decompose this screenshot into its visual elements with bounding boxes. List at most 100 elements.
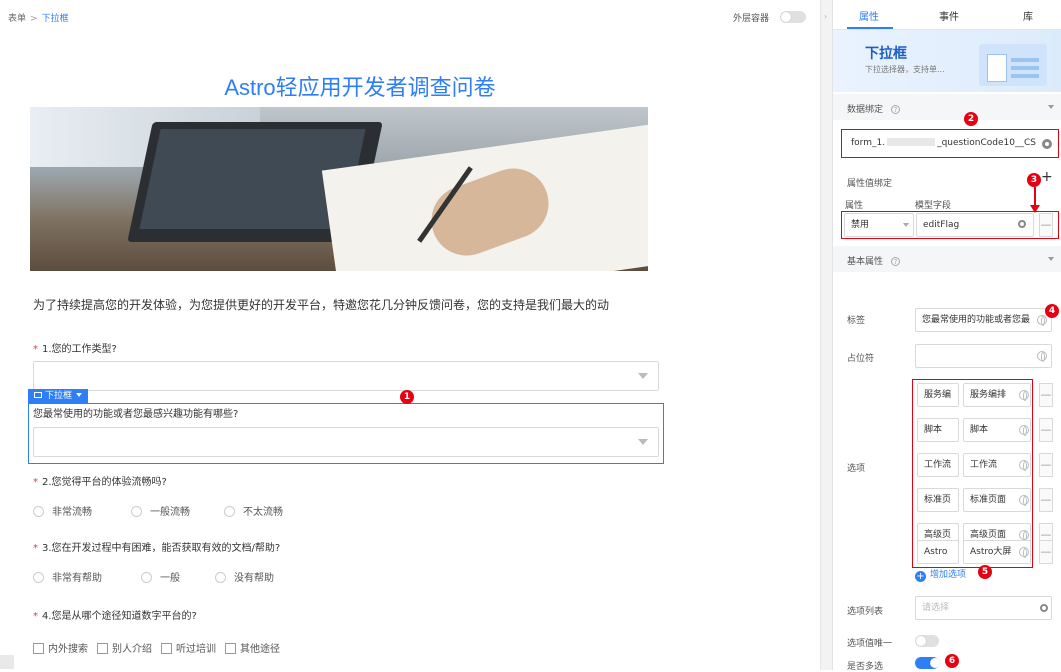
section-basic-properties[interactable]: 基本属性? [833,246,1061,272]
panel-collapse-handle[interactable]: › [820,0,832,670]
q2-option-2-label: 一般流畅 [150,507,190,518]
data-binding-field[interactable]: form_1. _questionCode10__CS [845,132,1037,156]
question-2-label: * 2.您觉得平台的体验流畅吗? [33,473,167,488]
q4-option-3[interactable]: 听过培训 [161,640,216,655]
multi-select-toggle[interactable] [915,657,940,669]
globe-icon[interactable] [1019,390,1029,401]
globe-icon[interactable] [1019,425,1029,436]
breadcrumb-current[interactable]: 下拉框 [42,14,69,24]
tab-events[interactable]: 事件 [939,8,959,23]
question-4-text: 4.您是从哪个途径知道数字平台的? [42,611,197,622]
breadcrumb-root[interactable]: 表单 [8,14,26,24]
gear-icon[interactable] [1042,139,1052,149]
prop-select-value: 禁用 [851,220,870,230]
callout-badge-6: 6 [945,654,959,668]
option-value-input[interactable]: 标准页 [917,488,959,512]
help-icon[interactable]: ? [891,257,901,266]
radio-circle [33,572,44,583]
select-component-icon [34,392,42,398]
checkbox [161,643,172,654]
outer-container-label: 外层容器 [733,14,770,24]
required-mark: * [33,344,38,355]
placeholder-input[interactable] [915,344,1052,368]
option-value-input[interactable]: 工作流 [917,453,959,477]
q3-option-3[interactable]: 没有帮助 [215,569,274,584]
option-value-input[interactable]: Astro [917,540,959,564]
option-list-select[interactable]: 请选择 [915,596,1052,620]
remove-option-button[interactable]: — [1039,488,1053,512]
option-value-text: 工作流 [924,460,952,470]
question-3-label: * 3.您在开发过程中有困难，能否获取有效的文档/帮助? [33,539,280,554]
gear-icon[interactable] [1018,220,1026,228]
active-tab-underline [847,27,893,29]
unique-value-toggle[interactable] [915,635,939,647]
banner-image [30,107,648,271]
add-option-button[interactable]: + 增加选项 [915,567,966,582]
breadcrumb-separator: > [30,14,38,24]
breadcrumb: 表单 > 下拉框 [8,11,69,24]
tab-properties[interactable]: 属性 [859,8,879,23]
remove-option-button[interactable]: — [1039,383,1053,407]
callout-badge-5: 5 [978,565,992,579]
q3-option-2[interactable]: 一般 [141,569,180,584]
plus-circle-icon: + [915,571,926,582]
option-label-text: 高级页面 [970,530,1007,540]
q2-option-1[interactable]: 非常流畅 [33,503,92,518]
selected-question-label: 您最常使用的功能或者您最感兴趣功能有哪些? [33,409,239,420]
callout-badge-4: 4 [1045,304,1059,318]
q4-option-4-label: 其他途径 [240,644,280,655]
q4-option-2[interactable]: 别人介绍 [97,640,152,655]
scrollbar-corner[interactable] [0,655,14,669]
q4-option-1[interactable]: 内外搜索 [33,640,88,655]
q3-option-1[interactable]: 非常有帮助 [33,569,102,584]
caret-down-icon [76,393,83,397]
chevron-down-icon [1048,257,1054,261]
option-value-text: 高级页 [924,530,952,540]
question-1-select[interactable] [33,361,659,391]
remove-option-button[interactable]: — [1039,540,1053,564]
q4-option-4[interactable]: 其他途径 [225,640,280,655]
remove-binding-button[interactable]: — [1039,213,1053,237]
radio-circle [131,506,142,517]
data-binding-title: 数据绑定 [847,105,884,115]
component-description: 下拉选择器，支持单... [865,65,945,74]
form-canvas: 表单 > 下拉框 外层容器 Astro轻应用开发者调查问卷 为了持续提高您的开发体验… [0,0,820,670]
q2-option-3[interactable]: 不太流畅 [224,503,283,518]
required-mark: * [33,543,38,554]
prop-column-header: 属性 [845,201,864,211]
option-value-text: 标准页 [924,495,952,505]
globe-icon[interactable] [1037,315,1047,326]
selected-component-tag[interactable]: 下拉框 [28,389,89,403]
section-data-binding[interactable]: 数据绑定? [833,94,1061,120]
component-title: 下拉框 [865,46,907,62]
q4-option-1-label: 内外搜索 [48,644,88,655]
remove-option-button[interactable]: — [1039,453,1053,477]
selected-question-select[interactable] [33,427,659,457]
q2-option-2[interactable]: 一般流畅 [131,503,190,518]
radio-circle [215,572,226,583]
globe-icon[interactable] [1037,351,1047,362]
data-binding-suffix: _questionCode10__CS [937,138,1036,148]
question-1-label: * 1.您的工作类型? [33,340,117,355]
globe-icon[interactable] [1019,460,1029,471]
gear-icon[interactable] [1040,604,1048,612]
callout-arrow-line [1034,187,1036,207]
option-value-input[interactable]: 服务编 [917,383,959,407]
add-binding-icon[interactable]: + [1041,169,1053,185]
globe-icon[interactable] [1019,495,1029,506]
outer-container-toggle[interactable] [780,11,806,23]
data-binding-prefix: form_1. [851,138,886,148]
globe-icon[interactable] [1019,547,1029,558]
property-panel: 属性 事件 库 下拉框 下拉选择器，支持单... 数据绑定? 2 form_1.… [832,0,1061,672]
add-option-label: 增加选项 [930,570,967,580]
selected-component-tag-label: 下拉框 [45,391,73,401]
model-field[interactable]: editFlag [916,213,1034,237]
label-input[interactable]: 您最常使用的功能或者您最 [915,308,1052,332]
tab-library[interactable]: 库 [1023,8,1033,23]
globe-icon[interactable] [1019,530,1029,541]
option-value-input[interactable]: 脚本 [917,418,959,442]
chevron-right-icon: › [824,12,828,21]
help-icon[interactable]: ? [891,105,901,114]
remove-option-button[interactable]: — [1039,418,1053,442]
q3-option-2-label: 一般 [160,573,180,584]
